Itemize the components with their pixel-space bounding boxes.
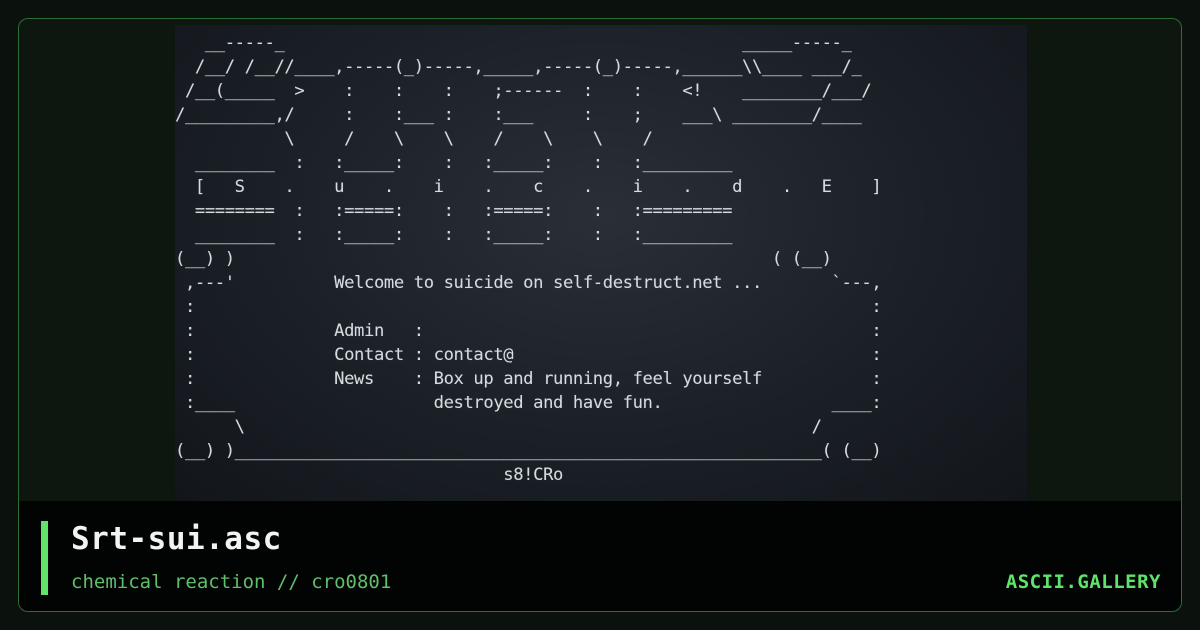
ascii-art-line: \ / \ \ / \ \ / — [284, 129, 653, 149]
accent-bar — [41, 521, 48, 595]
ascii-art-preview: __-----_ _____-----_ /__/ /__//____,----… — [175, 25, 1027, 501]
ascii-art-line: /_________,/ : :___ : :___ : ; ___\ ____… — [175, 105, 862, 125]
ascii-art-line: /__(_____ > : : : ;------ : : <! _______… — [184, 81, 872, 101]
ascii-art-line: ________ : :_____: : :_____: : :________… — [194, 153, 733, 173]
ascii-art-line: [ S . u . i . c . i . d . E ] — [194, 177, 882, 197]
ascii-art-text: __-----_ _____-----_ /__/ /__//____,----… — [175, 31, 1027, 487]
ascii-art-line: : Admin : : — [184, 321, 882, 341]
artwork-title[interactable]: Srt-sui.asc — [71, 521, 282, 557]
ascii-art-line: ,---' Welcome to suicide on self-destruc… — [184, 273, 882, 293]
ascii-art-line: /__/ /__//____,-----(_)-----,_____,-----… — [194, 57, 862, 77]
card-footer: Srt-sui.asc chemical reaction // cro0801… — [19, 501, 1181, 611]
ascii-art-line: __-----_ _____-----_ — [204, 33, 852, 53]
artwork-subtitle: chemical reaction // cro0801 — [71, 571, 392, 593]
preview-card: __-----_ _____-----_ /__/ /__//____,----… — [18, 18, 1182, 612]
ascii-art-line: ======== : :=====: : :=====: : :========… — [194, 201, 733, 221]
ascii-art-line: : News : Box up and running, feel yourse… — [184, 369, 882, 389]
ascii-art-line: (__) )__________________________________… — [175, 441, 882, 461]
ascii-art-line: : Contact : contact@ : — [184, 345, 882, 365]
ascii-art-line: :____ destroyed and have fun. ____: — [184, 393, 882, 413]
ascii-art-line: s8!CRo — [175, 465, 563, 485]
ascii-art-line: : : — [184, 297, 882, 317]
site-brand[interactable]: ASCII.GALLERY — [1006, 571, 1161, 593]
ascii-art-line: (__) ) ( (__) — [175, 249, 832, 269]
ascii-art-line: \ / — [234, 417, 822, 437]
ascii-art-line: ________ : :_____: : :_____: : :________… — [194, 225, 733, 245]
